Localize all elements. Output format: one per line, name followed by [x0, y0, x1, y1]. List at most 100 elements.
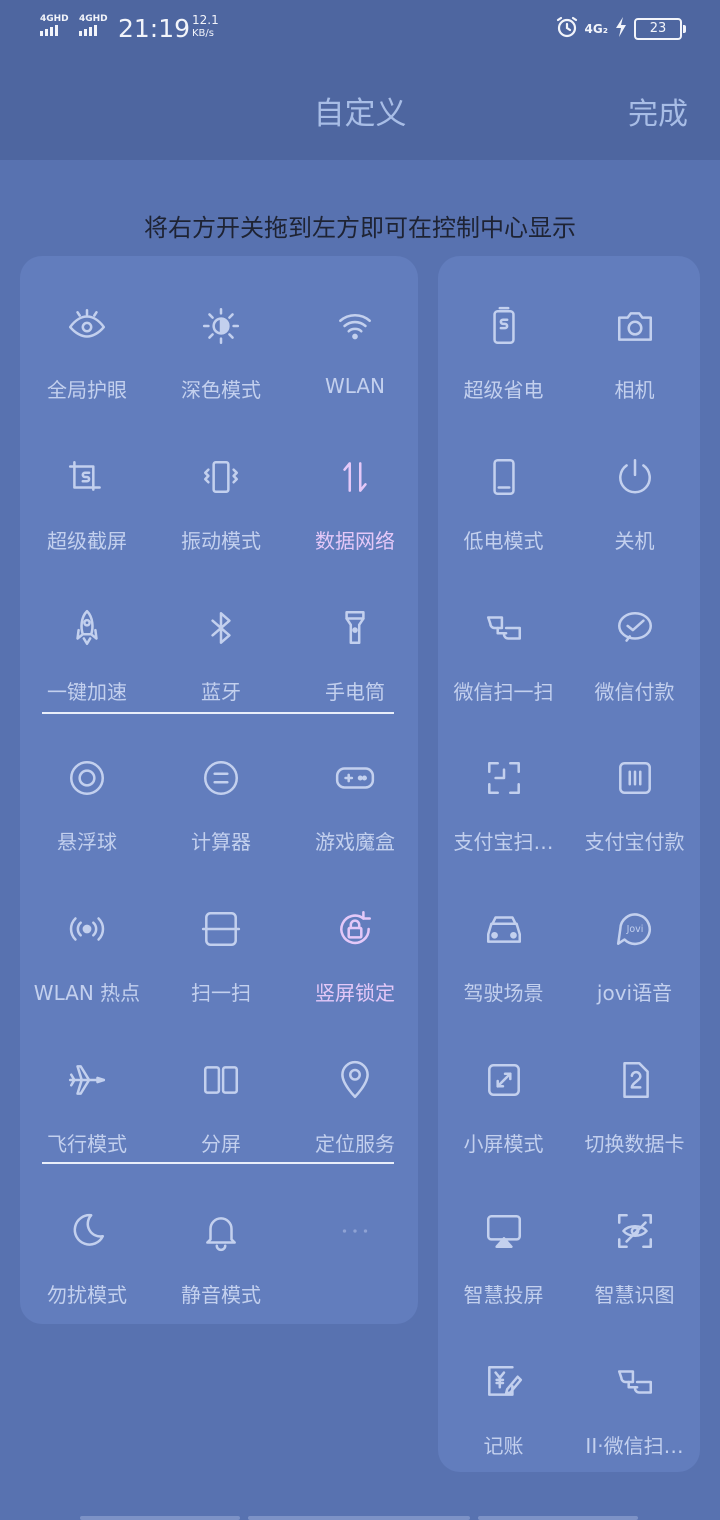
data-arrows-icon — [333, 455, 377, 499]
toggle-label: 手电筒 — [325, 679, 385, 704]
divider — [42, 712, 394, 714]
toggle-tile[interactable]: 游戏魔盒 — [288, 718, 422, 858]
toggle-tile[interactable]: 关机 — [569, 417, 700, 557]
power-icon — [613, 455, 657, 499]
toggle-tile[interactable]: 蓝牙 — [154, 568, 288, 708]
sim2-signal-icon: 4GHD — [79, 14, 108, 36]
toggle-tile[interactable]: WLAN — [288, 266, 422, 406]
toggle-tile[interactable]: 全局护眼 — [20, 266, 154, 406]
done-button[interactable]: 完成 — [628, 89, 688, 133]
cast-icon — [482, 1209, 526, 1253]
rocket-icon — [65, 606, 109, 650]
toggle-tile[interactable]: 深色模式 — [154, 266, 288, 406]
toggle-label: 关机 — [614, 528, 655, 553]
toggle-label: 超级省电 — [463, 378, 544, 402]
toggle-tile[interactable]: 扫一扫 — [154, 869, 288, 1009]
page-title: 自定义 — [313, 96, 407, 132]
toggle-tile[interactable]: 微信扫一扫 — [438, 568, 569, 708]
alarm-icon — [555, 15, 579, 43]
header: 自定义 完成 — [0, 58, 720, 160]
screenshot-icon — [65, 455, 109, 499]
toggle-tile[interactable]: 超级省电 — [438, 266, 569, 406]
toggle-label: 记账 — [483, 1433, 524, 1458]
toggle-label: 全局护眼 — [47, 378, 127, 402]
bookkeeping-icon — [482, 1360, 526, 1404]
camera-icon — [613, 304, 657, 348]
jovi-icon: Jovi — [613, 907, 657, 951]
toggle-label: 振动模式 — [181, 528, 261, 553]
wechat-scan-icon — [482, 606, 526, 650]
charging-icon — [614, 16, 628, 42]
toggle-tile[interactable]: 低电模式 — [438, 417, 569, 557]
toggle-tile[interactable]: 数据网络 — [288, 417, 422, 557]
toggle-tile[interactable]: 静音模式 — [154, 1171, 288, 1311]
toggle-tile[interactable]: II·微信扫… — [569, 1322, 700, 1462]
eye-icon — [65, 304, 109, 348]
toggle-label: 切换数据卡 — [584, 1132, 685, 1156]
toggle-tile[interactable]: 悬浮球 — [20, 718, 154, 858]
bluetooth-icon — [199, 606, 243, 650]
toggle-tile[interactable]: WLAN 热点 — [20, 869, 154, 1009]
toggle-tile[interactable]: 支付宝扫… — [438, 718, 569, 858]
toggle-tile[interactable]: 智慧投屏 — [438, 1171, 569, 1311]
toggle-label: WLAN 热点 — [33, 981, 141, 1006]
scan-icon — [199, 907, 243, 951]
toggle-label: 悬浮球 — [57, 830, 117, 855]
wifi-icon — [333, 304, 377, 348]
moon-icon — [65, 1209, 109, 1253]
divider — [42, 1162, 394, 1164]
toggle-label: 深色模式 — [181, 378, 261, 402]
toggle-tile[interactable]: 微信付款 — [569, 568, 700, 708]
toggle-label: jovi语音 — [596, 981, 673, 1006]
toggle-label: 游戏魔盒 — [315, 830, 395, 855]
toggle-tile[interactable]: 振动模式 — [154, 417, 288, 557]
toggle-tile[interactable]: 切换数据卡 — [569, 1020, 700, 1160]
toggle-label: 低电模式 — [463, 528, 544, 553]
toggle-tile[interactable]: 手电筒 — [288, 568, 422, 708]
toggle-tile[interactable] — [288, 1171, 422, 1311]
toggle-tile[interactable]: 计算器 — [154, 718, 288, 858]
toggle-tile[interactable]: 定位服务 — [288, 1020, 422, 1160]
toggle-tile[interactable]: 分屏 — [154, 1020, 288, 1160]
available-toggles-panel: 超级省电 相机低电模式 关机微信扫一扫 微信付款 支付宝扫… 支付宝付款 驾驶场景 Jovi j… — [438, 256, 700, 1472]
toggle-label: 智慧识图 — [594, 1282, 675, 1307]
toggle-tile[interactable]: 记账 — [438, 1322, 569, 1462]
toggle-label: 飞行模式 — [47, 1132, 127, 1156]
alipay-pay-icon — [613, 756, 657, 800]
toggle-label: 微信扫一扫 — [453, 679, 554, 704]
wechat-pay-icon — [613, 606, 657, 650]
toggle-tile[interactable]: 小屏模式 — [438, 1020, 569, 1160]
toggle-tile[interactable]: 勿扰模式 — [20, 1171, 154, 1311]
sim-switch-icon — [613, 1058, 657, 1102]
clock: 21:19 — [118, 14, 191, 43]
status-bar: 4GHD 4GHD 21:19 12.1 KB/s 4G₂ 23 — [0, 0, 720, 58]
speed-unit: KB/s — [192, 28, 214, 39]
toggle-label: 蓝牙 — [201, 679, 241, 704]
calculator-icon — [199, 756, 243, 800]
sim1-signal-icon: 4GHD — [40, 14, 69, 36]
bell-icon — [199, 1209, 243, 1253]
bottom-indicator — [0, 1512, 720, 1520]
toggle-label: II·微信扫… — [585, 1433, 684, 1458]
toggle-label: 计算器 — [191, 830, 251, 855]
sun-icon — [199, 304, 243, 348]
battery-indicator: 23 — [634, 18, 686, 40]
wechat-scan-2-icon — [613, 1360, 657, 1404]
toggle-tile[interactable]: 飞行模式 — [20, 1020, 154, 1160]
toggle-tile[interactable]: 支付宝付款 — [569, 718, 700, 858]
toggle-tile[interactable]: Jovi jovi语音 — [569, 869, 700, 1009]
enabled-toggles-panel: 全局护眼 深色模式 WLAN 超级截屏 振动模式 数据网络 一键加速 蓝牙 手电筒 悬浮球 计算器 游… — [20, 256, 418, 1324]
toggle-label: 微信付款 — [594, 679, 675, 704]
sim2-label: 4GHD — [79, 14, 108, 24]
battery-saver-icon — [482, 304, 526, 348]
toggle-tile[interactable]: 一键加速 — [20, 568, 154, 708]
toggle-tile[interactable]: 竖屏锁定 — [288, 869, 422, 1009]
toggle-tile[interactable]: 相机 — [569, 266, 700, 406]
rotation-lock-icon — [333, 907, 377, 951]
float-ball-icon — [65, 756, 109, 800]
toggle-tile[interactable]: 智慧识图 — [569, 1171, 700, 1311]
toggle-tile[interactable]: 驾驶场景 — [438, 869, 569, 1009]
toggle-label: 小屏模式 — [463, 1132, 544, 1156]
toggle-label: 超级截屏 — [47, 528, 127, 553]
toggle-tile[interactable]: 超级截屏 — [20, 417, 154, 557]
